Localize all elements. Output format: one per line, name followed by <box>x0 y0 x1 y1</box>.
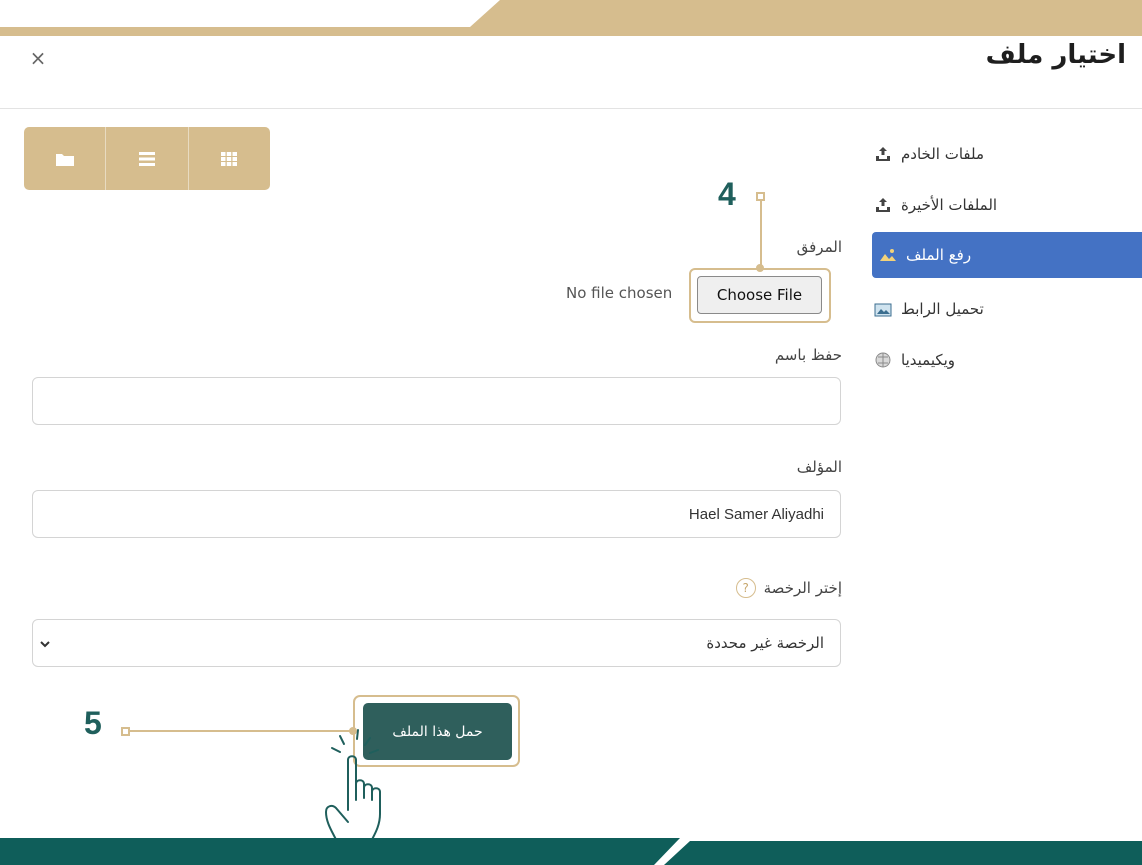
save-as-input[interactable] <box>32 377 841 425</box>
sidebar-item-upload-file[interactable]: رفع الملف <box>872 232 1142 278</box>
callout-dot-4 <box>756 264 764 272</box>
callout-number-4: 4 <box>718 176 736 212</box>
folder-view-button[interactable] <box>24 127 107 190</box>
list-view-icon <box>138 151 155 166</box>
callout-marker-4 <box>756 192 765 201</box>
tap-hand-icon <box>325 729 381 845</box>
license-label-row: إختر الرخصة ? <box>735 578 842 598</box>
license-label: إختر الرخصة <box>763 579 842 597</box>
sidebar-item-recent-files[interactable]: الملفات الأخيرة <box>867 182 1142 228</box>
top-decorative-banner <box>0 0 1142 36</box>
sidebar-item-label: ويكيميديا <box>901 351 956 369</box>
callout-marker-5 <box>121 727 130 736</box>
grid-view-button[interactable] <box>189 127 270 190</box>
sidebar-item-label: تحميل الرابط <box>901 300 984 318</box>
callout-number-5: 5 <box>84 705 102 741</box>
license-select[interactable]: الرخصة غير محددة <box>32 619 841 667</box>
sidebar-item-download-link[interactable]: تحميل الرابط <box>867 286 1142 332</box>
upload-file-icon <box>878 247 898 263</box>
sidebar-item-label: رفع الملف <box>906 246 972 264</box>
grid-view-icon <box>221 151 238 166</box>
license-select-value: الرخصة غير محددة <box>706 634 824 652</box>
sidebar-item-label: ملفات الخادم <box>901 145 985 163</box>
header-divider <box>0 108 1142 109</box>
sidebar-item-label: الملفات الأخيرة <box>901 196 998 214</box>
attachment-label: المرفق <box>796 238 842 256</box>
download-link-icon <box>873 301 893 317</box>
chevron-down-icon <box>39 636 51 654</box>
save-as-label: حفظ باسم <box>774 346 842 364</box>
view-toolbar <box>24 127 270 190</box>
help-icon[interactable]: ? <box>735 578 756 598</box>
wikimedia-icon <box>873 352 893 368</box>
sidebar-item-server-files[interactable]: ملفات الخادم <box>867 131 1142 177</box>
server-upload-icon <box>873 146 893 162</box>
author-input[interactable]: Hael Samer Aliyadhi <box>32 490 841 538</box>
folder-view-icon <box>55 153 74 166</box>
author-label: المؤلف <box>796 458 842 476</box>
close-icon[interactable]: × <box>26 46 50 70</box>
dialog-title: اختيار ملف <box>985 40 1126 70</box>
list-view-button[interactable] <box>106 127 189 190</box>
bottom-decorative-banner <box>0 838 1142 865</box>
recent-upload-icon <box>873 197 893 213</box>
choose-file-button[interactable]: Choose File <box>697 276 822 314</box>
sidebar-item-wikimedia[interactable]: ويكيميديا <box>867 337 1142 383</box>
no-file-chosen-text: No file chosen <box>566 284 673 302</box>
callout-line-4 <box>760 201 762 266</box>
